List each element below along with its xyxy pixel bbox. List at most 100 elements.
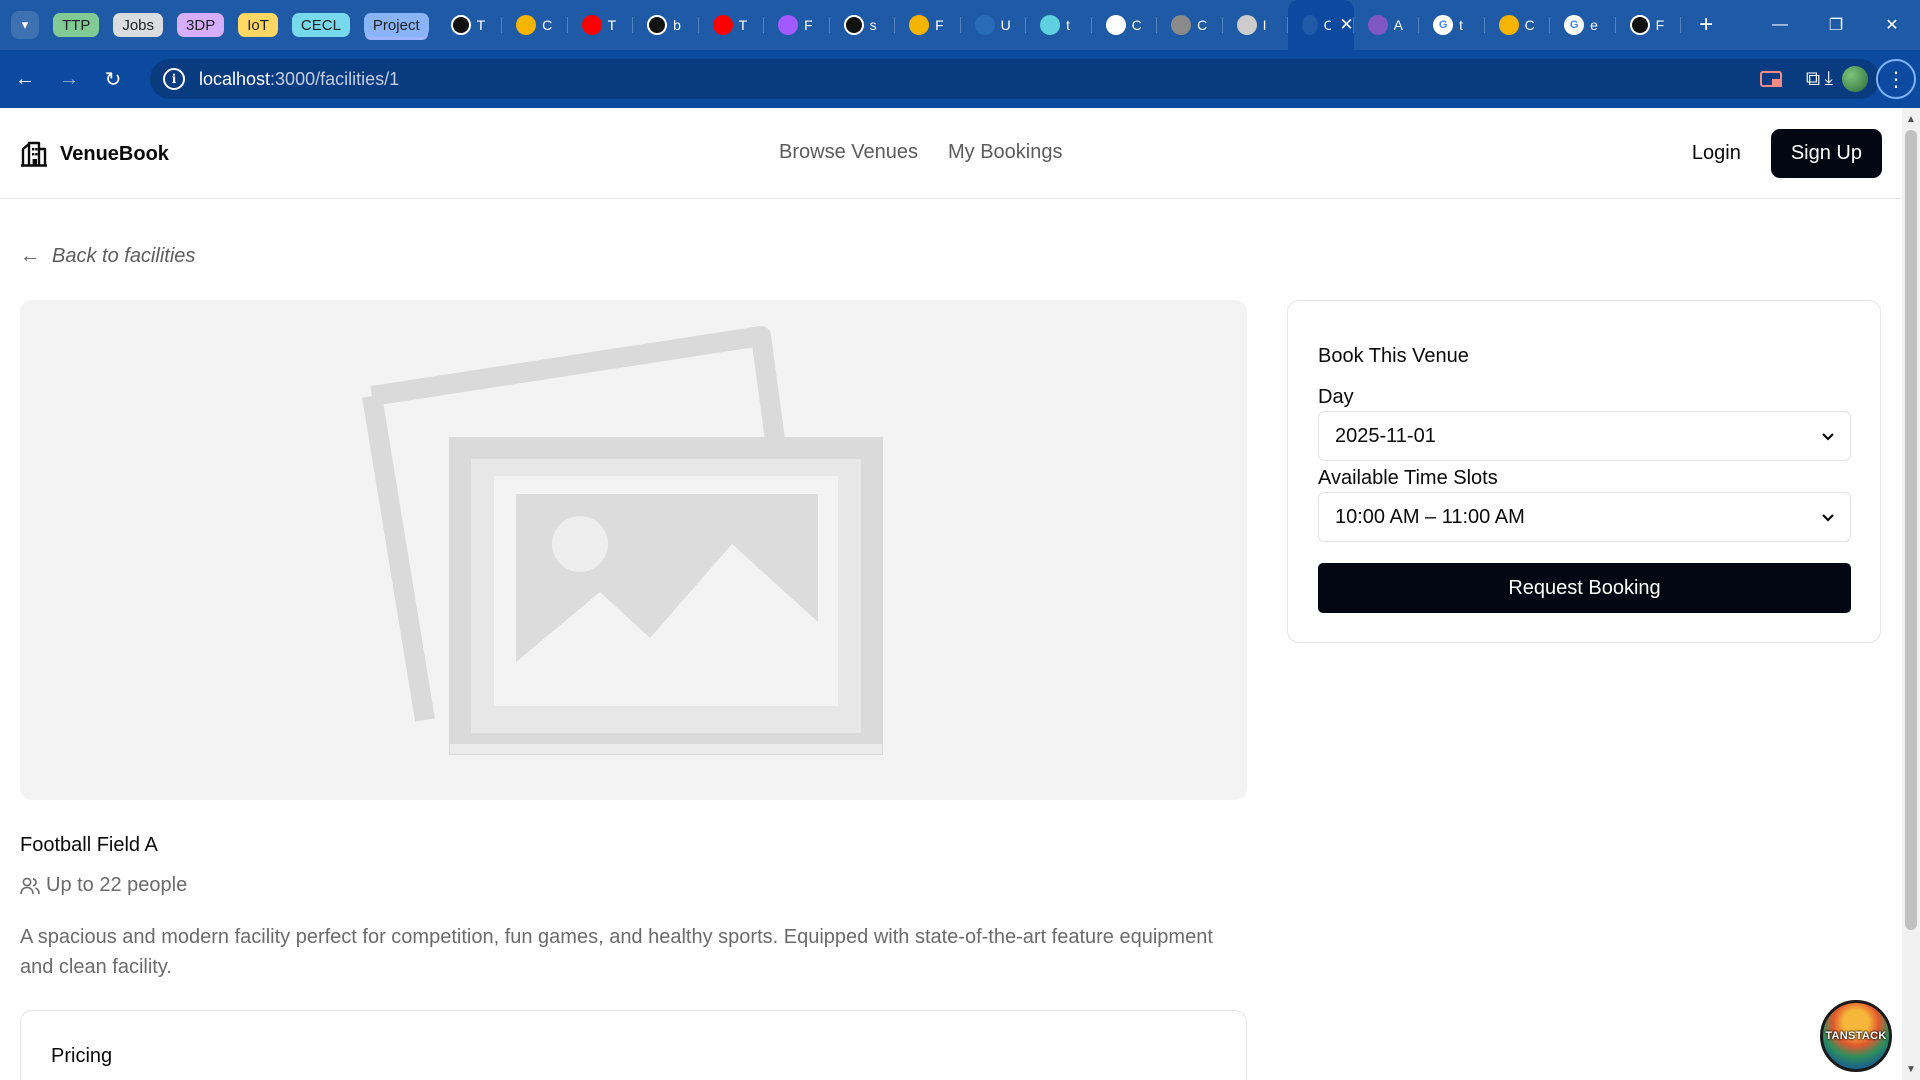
login-link[interactable]: Login [1692, 142, 1741, 165]
browser-tab[interactable]: b [633, 0, 699, 50]
booking-card: Book This Venue Day 2025-11-01 Available… [1287, 300, 1881, 643]
youtube-icon [712, 15, 733, 35]
tab-group-chip[interactable]: Jobs [113, 13, 164, 37]
facility-image-placeholder [20, 300, 1247, 800]
tab-title: t [1066, 17, 1070, 33]
gorm-icon [974, 15, 995, 35]
tab-title: C [542, 17, 553, 33]
browser-tab[interactable]: I [1223, 0, 1289, 50]
nav-browse-venues[interactable]: Browse Venues [779, 141, 918, 164]
day-label: Day [1318, 386, 1354, 408]
extensions-button[interactable]: ⧉ [1792, 58, 1834, 100]
site-info-icon[interactable]: i [163, 68, 185, 90]
reload-icon: ↻ [104, 68, 122, 91]
kebab-menu-icon: ⋮ [1886, 68, 1906, 91]
site-header: VenueBook Browse Venues My Bookings Logi… [0, 108, 1902, 199]
minimize-button[interactable]: — [1752, 0, 1808, 50]
browser-tab[interactable]: U [961, 0, 1027, 50]
chrome-icon [516, 15, 537, 35]
image-placeholder-icon [362, 326, 883, 755]
browser-tab[interactable]: F [764, 0, 830, 50]
browser-menu-button[interactable]: ⋮ [1876, 59, 1916, 99]
profile-button[interactable] [1834, 58, 1876, 100]
tab-group-chip[interactable]: CECL [291, 13, 350, 37]
browser-tab[interactable]: T [568, 0, 634, 50]
tab-title: t [1459, 17, 1463, 33]
forward-button[interactable]: → [50, 60, 88, 98]
tanstack-devtools-button[interactable]: TANSTACK [1820, 1000, 1892, 1072]
cast-button[interactable] [1750, 58, 1792, 100]
scroll-up-arrow-icon[interactable]: ▲ [1902, 110, 1920, 128]
url-text[interactable]: localhost:3000/facilities/1 [199, 69, 399, 90]
sign-up-button[interactable]: Sign Up [1770, 129, 1882, 178]
github-icon [843, 15, 864, 35]
building-icon [21, 141, 47, 167]
time-slot-select[interactable]: 10:00 AM – 11:00 AM [1318, 492, 1851, 542]
youtube-icon [581, 15, 602, 35]
browser-tab[interactable]: T [437, 0, 503, 50]
tab-group-chip[interactable]: IoT [238, 13, 278, 37]
tab-group-chip[interactable]: Project [363, 13, 429, 37]
new-tab-button[interactable]: + [1691, 11, 1721, 39]
app-icon [1367, 15, 1388, 35]
browser-tab[interactable]: C [1485, 0, 1551, 50]
request-booking-button[interactable]: Request Booking [1318, 563, 1851, 613]
pricing-heading: Pricing [51, 1045, 113, 1067]
facility-description: A spacious and modern facility perfect f… [20, 926, 1213, 978]
tabs: T C Tb T Fs F Ut C C I C ✕ A Gt C Ge F [437, 0, 1682, 50]
browser-tab[interactable]: C [502, 0, 568, 50]
day-select[interactable]: 2025-11-01 [1318, 411, 1851, 461]
reload-button[interactable]: ↻ [94, 60, 132, 98]
browser-tab[interactable]: C [1092, 0, 1158, 50]
browser-tab[interactable]: F [895, 0, 961, 50]
tab-title: C [1131, 17, 1142, 33]
browser-tab[interactable]: s [830, 0, 896, 50]
browser-tab[interactable]: T [699, 0, 765, 50]
tab-group-chip[interactable]: 3DP [177, 13, 225, 37]
browser-tab[interactable]: C [1157, 0, 1223, 50]
tab-title: s [869, 17, 877, 33]
capacity-info: Up to 22 people [20, 874, 187, 897]
chrome-icon [1498, 15, 1519, 35]
browser-tab[interactable]: C ✕ [1288, 0, 1354, 50]
scroll-down-arrow-icon[interactable]: ▼ [1902, 1060, 1920, 1078]
avatar [1842, 66, 1868, 92]
restore-button[interactable]: ❐ [1808, 0, 1864, 50]
browser-tab[interactable]: Gt [1419, 0, 1485, 50]
mountain-icon [1236, 15, 1257, 35]
browser-tab[interactable]: F [1616, 0, 1682, 50]
time-slots-label: Available Time Slots [1318, 467, 1498, 489]
browser-tab[interactable]: Ge [1550, 0, 1616, 50]
tab-search-button[interactable]: ▾ [11, 11, 39, 39]
brand-name: VenueBook [60, 142, 169, 165]
close-tab-icon[interactable]: ✕ [1339, 15, 1353, 35]
page-scrollbar[interactable]: ▲ ▼ [1902, 108, 1920, 1080]
brand-link[interactable]: VenueBook [20, 141, 169, 167]
chrome-icon [909, 15, 930, 35]
address-bar[interactable]: i localhost:3000/facilities/1 ⤓ ☆ [150, 59, 1880, 99]
globe-icon [1171, 15, 1192, 35]
browser-tab[interactable]: t [1026, 0, 1092, 50]
pricing-card: Pricing [20, 1010, 1247, 1080]
browser-tab[interactable]: A [1354, 0, 1420, 50]
day-select-value: 2025-11-01 [1335, 424, 1436, 447]
tab-title: T [738, 17, 748, 33]
tab-title: F [935, 17, 944, 33]
back-button[interactable]: ← [6, 60, 44, 98]
scrollbar-thumb[interactable] [1905, 130, 1917, 930]
tab-title: b [673, 17, 681, 33]
tab-title: I [1262, 17, 1267, 33]
arrow-left-icon: ← [15, 67, 35, 90]
tab-group-chip[interactable]: TTP [53, 13, 100, 37]
browser-tab-strip: ▾ TTP Jobs 3DP IoT CECL Project T C Tb T Fs F Ut C C I… [0, 0, 1920, 50]
openai-icon [1105, 15, 1126, 35]
close-window-button[interactable]: ✕ [1864, 0, 1920, 50]
tab-groups: TTP Jobs 3DP IoT CECL Project [53, 13, 429, 37]
tab-title: C [1323, 17, 1332, 33]
tab-title: T [476, 17, 486, 33]
github-icon [647, 15, 668, 35]
back-to-facilities-link[interactable]: ← Back to facilities [20, 245, 195, 268]
nav-my-bookings[interactable]: My Bookings [948, 141, 1063, 164]
figma-icon [778, 15, 799, 35]
url-path: :3000/facilities/1 [270, 68, 400, 89]
